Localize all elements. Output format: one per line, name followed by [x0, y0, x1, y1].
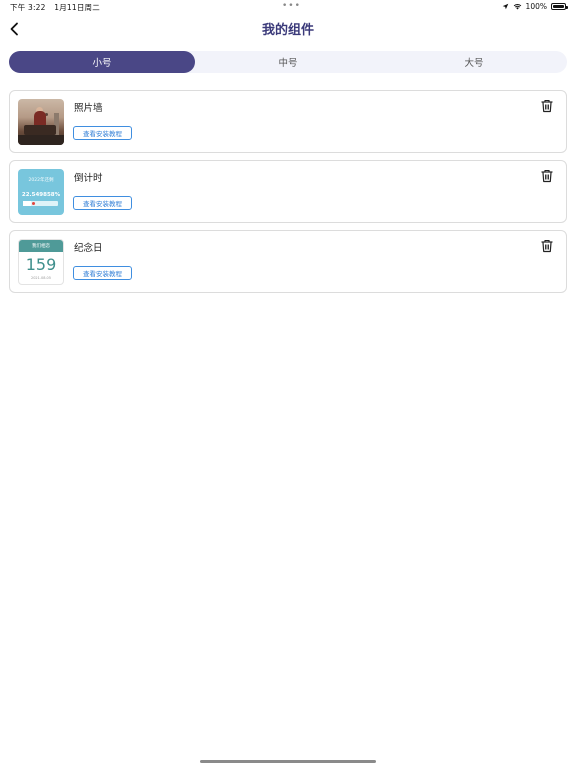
location-icon: [502, 3, 508, 10]
trash-icon[interactable]: [540, 99, 554, 113]
anniversary-preview-date: 2021.08.05: [30, 276, 52, 280]
countdown-progress-fill: [23, 201, 31, 206]
size-segmented-control: 小号 中号 大号: [9, 51, 567, 73]
view-install-tutorial-button[interactable]: 查看安装教程: [73, 126, 132, 140]
page-title: 我的组件: [261, 23, 314, 38]
countdown-thumbnail: 2022年还剩 22.549858%: [18, 169, 64, 215]
tab-small[interactable]: 小号: [9, 51, 195, 73]
status-bar: 下午 3:22 1月11日周二 ••• 100%: [0, 0, 576, 14]
home-indicator[interactable]: [200, 760, 376, 763]
widget-card-countdown[interactable]: 2022年还剩 22.549858% 倒计时 查看安装教程: [9, 160, 567, 223]
widget-title: 照片墙: [74, 103, 103, 114]
widget-title: 倒计时: [74, 173, 103, 184]
tab-large[interactable]: 大号: [381, 51, 567, 73]
status-time: 下午 3:22: [10, 3, 46, 12]
anniversary-preview-days: 159: [25, 255, 57, 274]
battery-percent: 100%: [525, 2, 547, 11]
countdown-preview-value: 22.549858%: [21, 192, 61, 198]
countdown-progress-track: [23, 201, 58, 206]
trash-icon[interactable]: [540, 169, 554, 183]
view-install-tutorial-button[interactable]: 查看安装教程: [73, 196, 132, 210]
anniversary-preview-header: 我们相恋: [19, 240, 63, 252]
countdown-preview-label: 2022年还剩: [28, 178, 54, 183]
status-date: 1月11日周二: [54, 3, 100, 12]
countdown-progress-marker: [31, 202, 35, 205]
battery-icon: [551, 3, 568, 10]
my-widgets-page: 下午 3:22 1月11日周二 ••• 100% 我的组件 小号 中号 大号 照…: [0, 0, 576, 768]
tab-medium[interactable]: 中号: [195, 51, 381, 73]
multitasking-dots-icon[interactable]: •••: [282, 1, 301, 11]
photo-wall-thumbnail: [18, 99, 64, 145]
wifi-icon: [513, 3, 521, 10]
navigation-bar: 我的组件: [0, 14, 576, 42]
widget-title: 纪念日: [74, 243, 103, 254]
anniversary-thumbnail: 我们相恋 159 2021.08.05: [18, 239, 64, 285]
view-install-tutorial-button[interactable]: 查看安装教程: [73, 266, 132, 280]
widget-card-photo-wall[interactable]: 照片墙 查看安装教程: [9, 90, 567, 153]
trash-icon[interactable]: [540, 239, 554, 253]
widget-card-anniversary[interactable]: 我们相恋 159 2021.08.05 纪念日 查看安装教程: [9, 230, 567, 293]
